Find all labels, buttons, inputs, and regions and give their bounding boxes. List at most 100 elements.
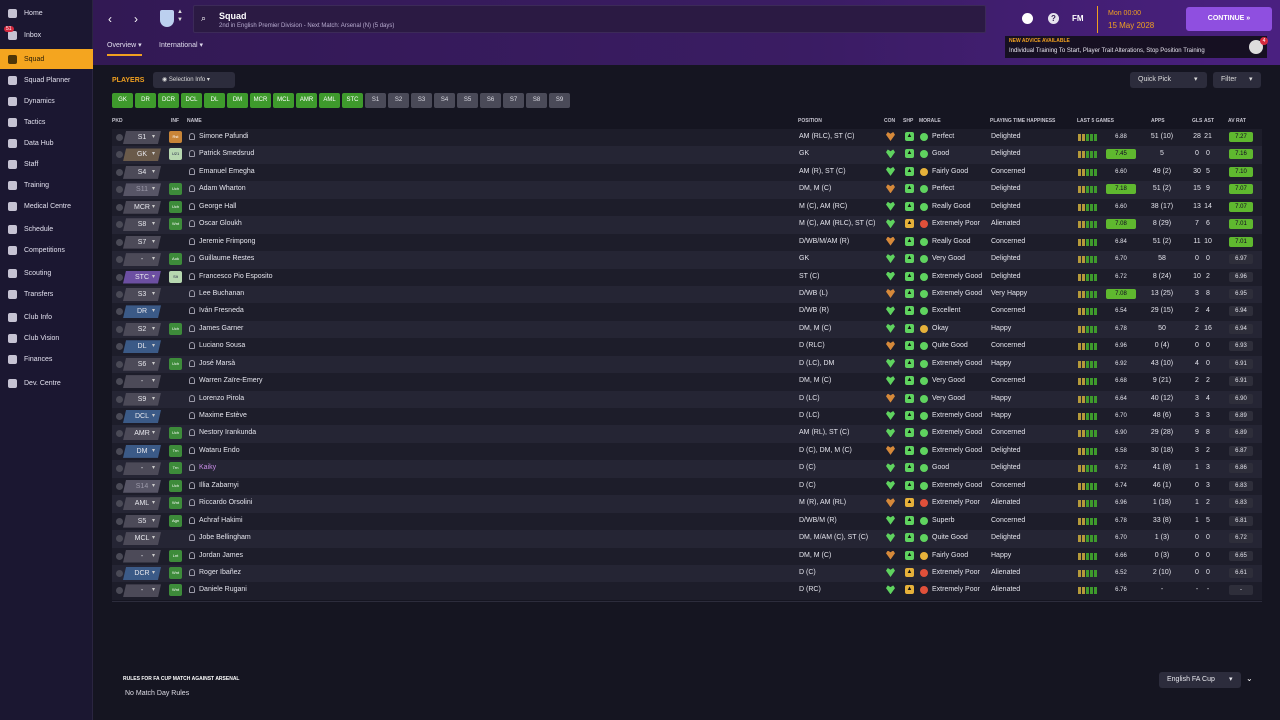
table-row[interactable]: DM ▾ Trn Wataru Endo D (C), DM, M (C) ▲ Extrem… bbox=[112, 442, 1262, 461]
position-chip[interactable]: DL bbox=[204, 93, 225, 108]
table-row[interactable]: S11 ▾ Uch Adam Wharton DM, M (C) ▲ Perfect Deli… bbox=[112, 181, 1262, 199]
pick-toggle[interactable] bbox=[116, 395, 123, 403]
pick-toggle[interactable] bbox=[116, 482, 123, 490]
player-name[interactable]: Iván Fresneda bbox=[199, 307, 244, 314]
position-selector[interactable]: DR bbox=[123, 305, 161, 319]
col-name[interactable]: NAME bbox=[187, 118, 202, 124]
table-row[interactable]: S7 ▾ Jeremie Frimpong D/WB/M/AM (R) ▲ Really … bbox=[112, 233, 1262, 252]
tab-international[interactable]: International ▾ bbox=[159, 41, 203, 49]
chevron-down-icon[interactable]: ▾ bbox=[152, 307, 155, 314]
pick-toggle[interactable] bbox=[116, 343, 123, 351]
pick-toggle[interactable] bbox=[116, 430, 123, 438]
chevron-down-icon[interactable]: ▾ bbox=[152, 255, 155, 262]
player-name[interactable]: Lee Buchanan bbox=[199, 290, 244, 297]
col-inf[interactable]: INF bbox=[171, 118, 179, 124]
table-row[interactable]: S6 ▾ Uch José Marsà D (LC), DM ▲ Extremely Goo… bbox=[112, 355, 1262, 374]
position-chip[interactable]: S3 bbox=[411, 93, 432, 108]
position-chip[interactable]: S2 bbox=[388, 93, 409, 108]
player-name[interactable]: Adam Wharton bbox=[199, 185, 246, 192]
position-selector[interactable]: AML bbox=[123, 497, 161, 511]
player-name[interactable]: Oscar Gloukh bbox=[199, 220, 242, 227]
sidebar-item-finances[interactable]: Finances bbox=[0, 349, 93, 369]
position-chip[interactable]: DCL bbox=[181, 93, 202, 108]
table-row[interactable]: STC ▾ Slt Francesco Pio Esposito ST (C) ▲ Extr… bbox=[112, 268, 1262, 286]
chevron-down-icon[interactable]: ▾ bbox=[152, 133, 155, 140]
pick-toggle[interactable] bbox=[116, 500, 123, 508]
player-name[interactable]: Achraf Hakimi bbox=[199, 517, 243, 524]
position-selector[interactable]: GK bbox=[123, 148, 161, 162]
position-chip[interactable]: S9 bbox=[549, 93, 570, 108]
position-chip[interactable]: AMR bbox=[296, 93, 317, 108]
col-shp[interactable]: SHP bbox=[903, 118, 913, 124]
chevron-down-icon[interactable]: ▾ bbox=[152, 360, 155, 367]
col-ast[interactable]: AST bbox=[1204, 118, 1214, 124]
sidebar-item-dev-centre[interactable]: Dev. Centre bbox=[0, 373, 93, 393]
chevron-down-icon[interactable]: ▾ bbox=[152, 464, 155, 471]
club-switch-chevrons-icon[interactable]: ▲ ▼ bbox=[177, 8, 183, 24]
chevron-down-icon[interactable]: ▾ bbox=[152, 395, 155, 402]
player-name[interactable]: Emanuel Emegha bbox=[199, 168, 255, 175]
player-name[interactable]: Riccardo Orsolini bbox=[199, 499, 252, 506]
pick-toggle[interactable] bbox=[116, 221, 123, 229]
player-name[interactable]: Nestory Irankunda bbox=[199, 429, 256, 436]
position-selector[interactable]: AMR bbox=[123, 427, 161, 441]
position-selector[interactable]: STC bbox=[123, 270, 161, 284]
chevron-down-icon[interactable]: ▾ bbox=[152, 377, 155, 384]
sidebar-item-staff[interactable]: Staff bbox=[0, 154, 93, 174]
advice-panel[interactable]: NEW ADVICE AVAILABLE Individual Training… bbox=[1005, 36, 1268, 58]
position-selector[interactable]: - bbox=[123, 549, 161, 563]
continue-button[interactable]: CONTINUE » bbox=[1186, 7, 1272, 31]
collapse-chevron-icon[interactable]: ⌄ bbox=[1246, 674, 1253, 683]
pick-toggle[interactable] bbox=[116, 465, 123, 473]
col-apps[interactable]: APPS bbox=[1151, 118, 1165, 124]
manager-icon[interactable] bbox=[1022, 13, 1033, 24]
table-row[interactable]: S9 ▾ Lorenzo Pirola D (LC) ▲ Very Good Happy 6.… bbox=[112, 390, 1262, 408]
chevron-down-icon[interactable]: ▾ bbox=[152, 220, 155, 227]
selection-info-dropdown[interactable]: ◉ Selection Info ▾ bbox=[153, 72, 235, 88]
sidebar-item-inbox[interactable]: Inbox 51 bbox=[0, 25, 93, 45]
position-selector[interactable]: S11 bbox=[123, 183, 161, 197]
table-row[interactable]: S8 ▾ Wnt Oscar Gloukh M (C), AM (RLC), ST (C… bbox=[112, 216, 1262, 234]
pick-toggle[interactable] bbox=[116, 535, 123, 543]
pick-toggle[interactable] bbox=[116, 238, 123, 246]
chevron-down-icon[interactable]: ▾ bbox=[152, 168, 155, 175]
position-chip[interactable]: AML bbox=[319, 93, 340, 108]
chevron-down-icon[interactable]: ▾ bbox=[152, 290, 155, 297]
player-name[interactable]: James Garner bbox=[199, 325, 243, 332]
player-name[interactable]: Illia Zabarnyi bbox=[199, 482, 239, 489]
position-selector[interactable]: S2 bbox=[123, 322, 161, 336]
table-row[interactable]: AML ▾ Wnt Riccardo Orsolini M (R), AM (RL) ▲ E… bbox=[112, 495, 1262, 513]
search-icon[interactable]: ⌕ bbox=[201, 13, 206, 24]
position-chip[interactable]: S6 bbox=[480, 93, 501, 108]
tab-overview[interactable]: Overview ▾ bbox=[107, 41, 142, 56]
chevron-down-icon[interactable]: ▾ bbox=[152, 238, 155, 245]
chevron-down-icon[interactable]: ▾ bbox=[1194, 72, 1198, 88]
chevron-down-icon[interactable]: ▾ bbox=[152, 447, 155, 454]
chevron-down-icon[interactable]: ▾ bbox=[152, 517, 155, 524]
player-name[interactable]: Warren Zaïre-Emery bbox=[199, 377, 263, 384]
player-name[interactable]: Francesco Pio Esposito bbox=[199, 273, 273, 280]
position-selector[interactable]: MCL bbox=[123, 532, 161, 546]
position-chip[interactable]: DM bbox=[227, 93, 248, 108]
position-selector[interactable]: S6 bbox=[123, 357, 161, 371]
chevron-down-icon[interactable]: ▾ bbox=[152, 342, 155, 349]
quick-pick-button[interactable]: Quick Pick ▾ bbox=[1130, 72, 1207, 88]
pick-toggle[interactable] bbox=[116, 447, 123, 455]
pick-toggle[interactable] bbox=[116, 587, 123, 595]
pick-toggle[interactable] bbox=[116, 325, 123, 333]
sidebar-item-transfers[interactable]: Transfers bbox=[0, 284, 93, 304]
player-name[interactable]: George Hall bbox=[199, 203, 236, 210]
pick-toggle[interactable] bbox=[116, 308, 123, 316]
chevron-down-icon[interactable]: ▾ bbox=[152, 586, 155, 593]
table-row[interactable]: - ▾ Aok Guillaume Restes GK ▲ Very Good Delight… bbox=[112, 251, 1262, 269]
position-selector[interactable]: - bbox=[123, 584, 161, 598]
position-chip[interactable]: DCR bbox=[158, 93, 179, 108]
pick-toggle[interactable] bbox=[116, 552, 123, 560]
chevron-down-icon[interactable]: ▾ bbox=[152, 482, 155, 489]
col-position[interactable]: POSITION bbox=[798, 118, 822, 124]
chevron-down-icon[interactable]: ▾ bbox=[152, 325, 155, 332]
filter-dropdown[interactable]: Filter ▾ bbox=[1213, 72, 1261, 88]
position-chip[interactable]: S5 bbox=[457, 93, 478, 108]
pick-toggle[interactable] bbox=[116, 168, 123, 176]
position-chip[interactable]: S4 bbox=[434, 93, 455, 108]
